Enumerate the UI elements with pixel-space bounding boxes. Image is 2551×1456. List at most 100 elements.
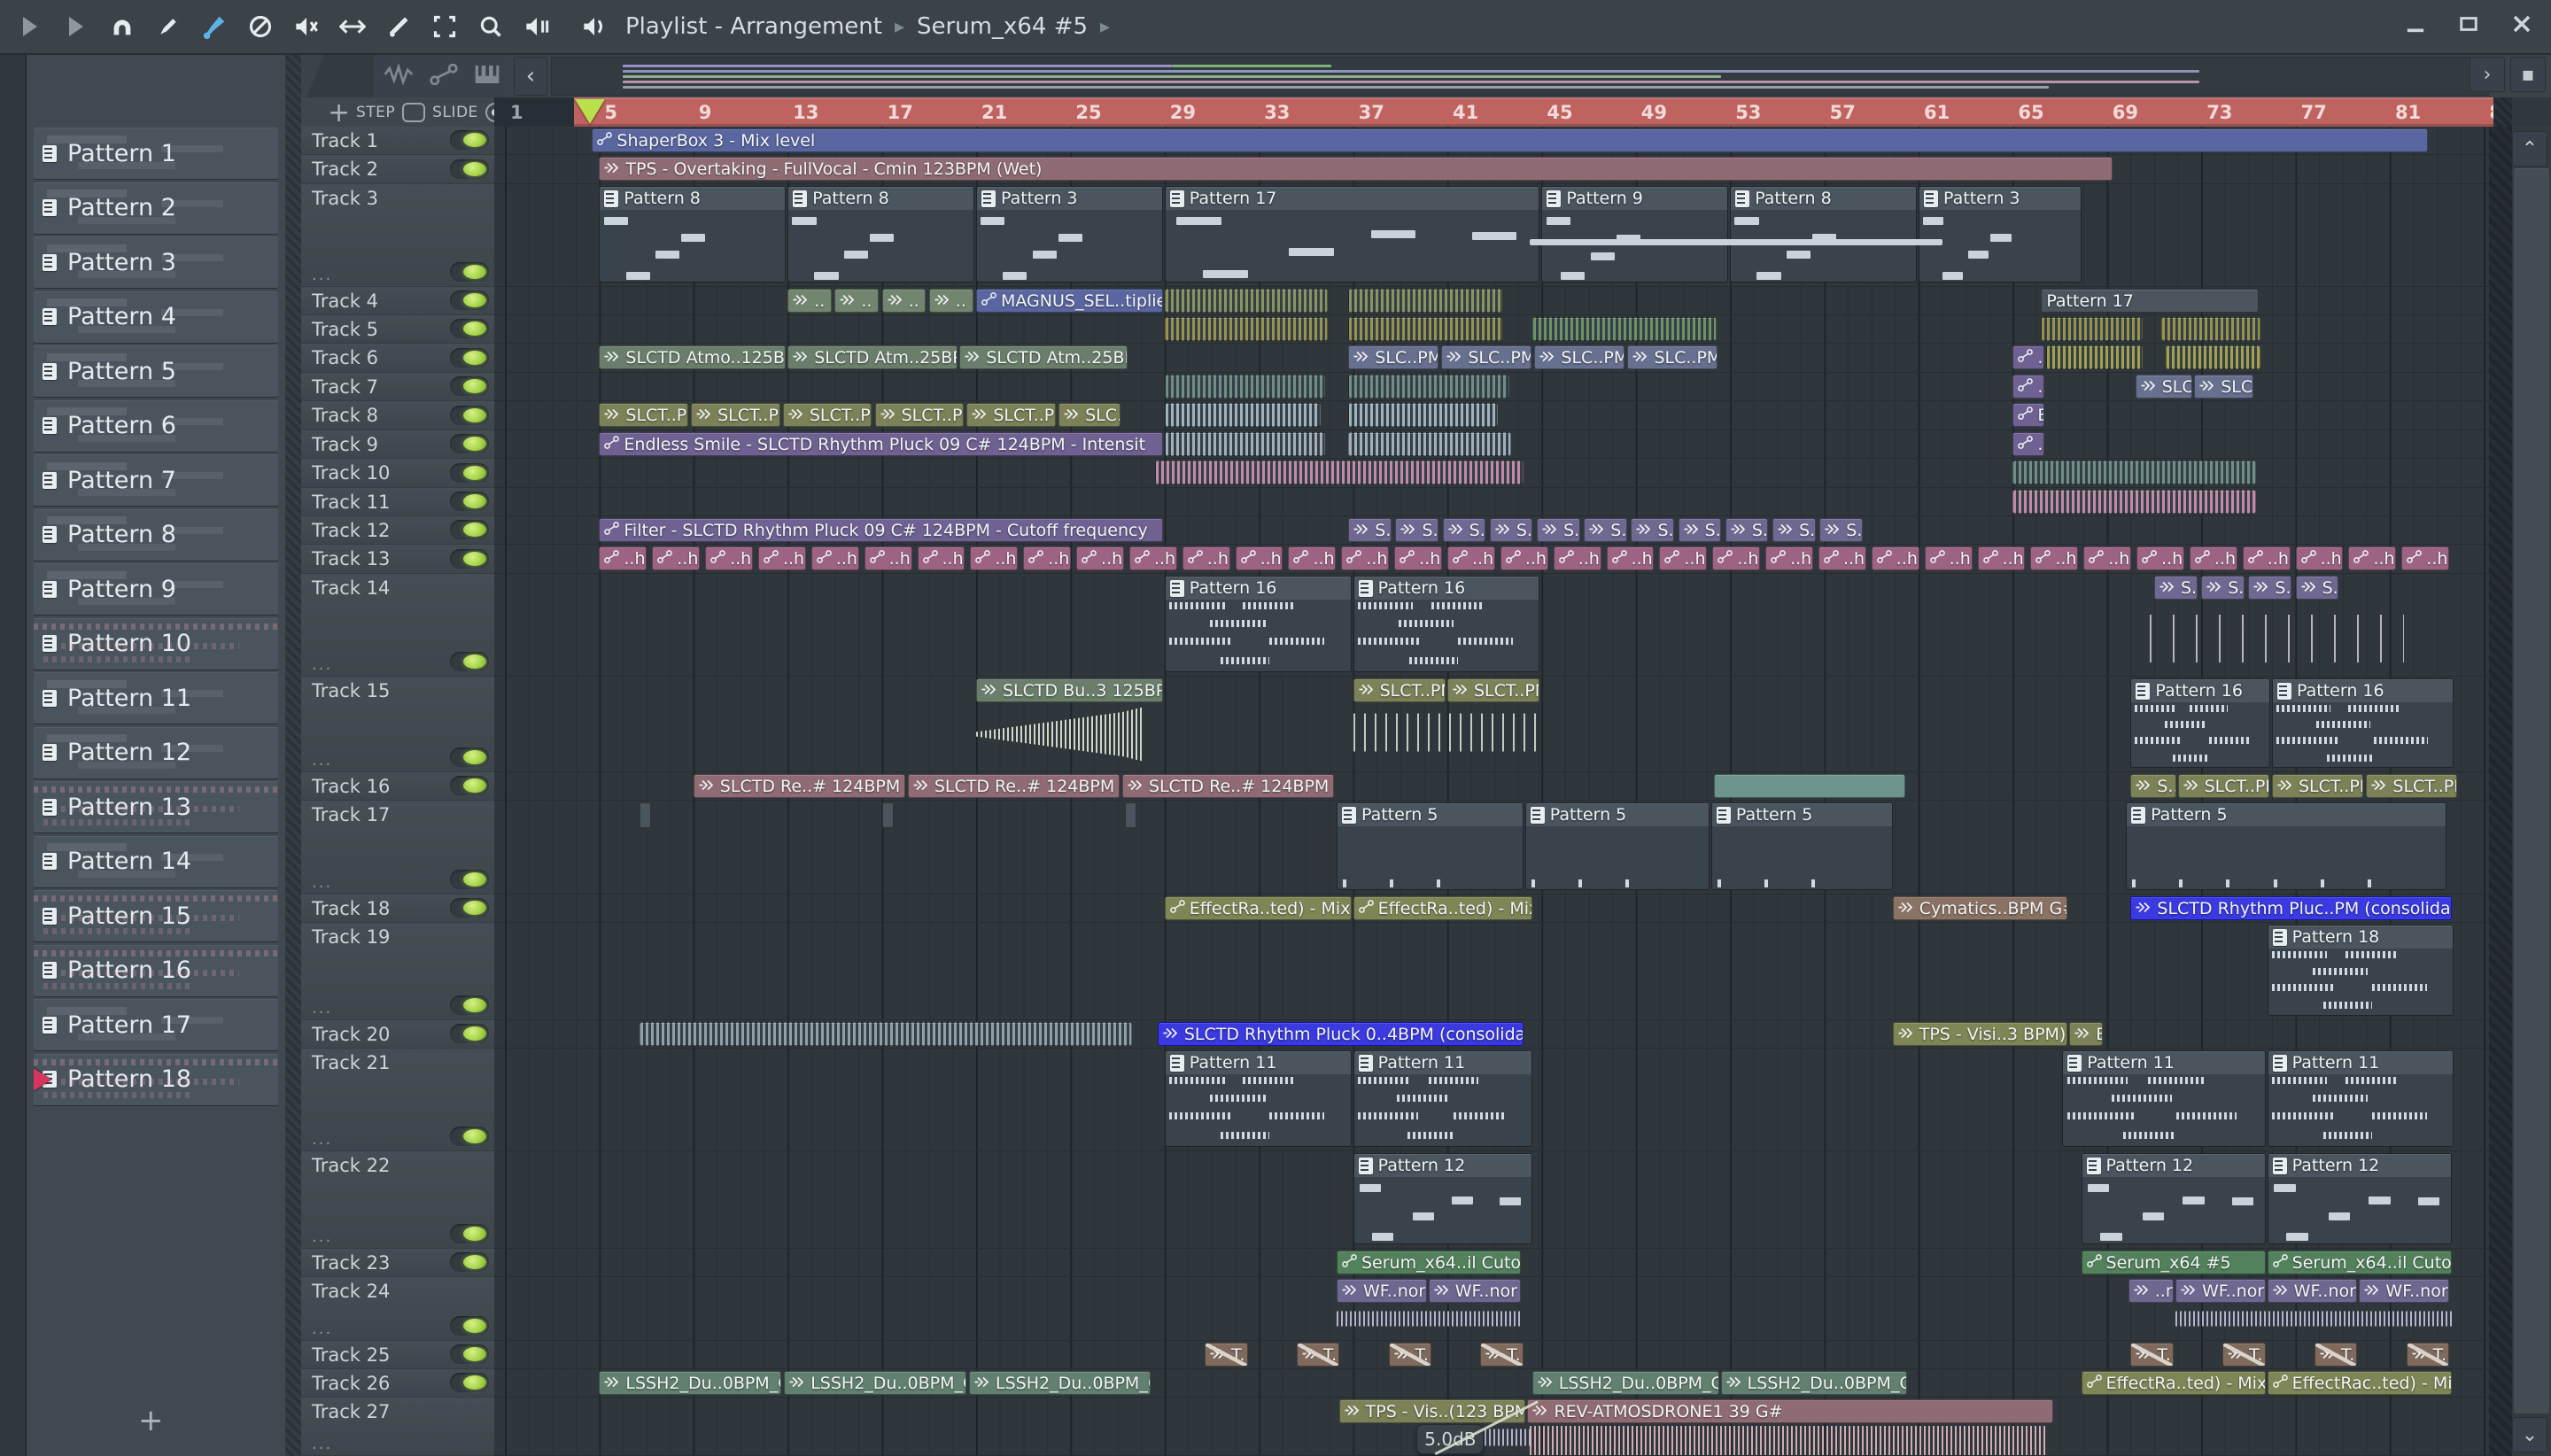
midi-clip[interactable]: Pattern 16 — [1164, 576, 1352, 672]
playlist-minimap-scrollbar[interactable] — [551, 57, 2489, 96]
clip-rev-atmosdrone1-39-g[interactable]: REV-ATMOSDRONE1 39 G# — [1527, 1399, 2054, 1423]
track-name[interactable]: Track 15 — [312, 680, 390, 701]
midi-clip[interactable]: Pattern 5 — [1710, 802, 1894, 890]
stretch-icon[interactable] — [333, 7, 372, 46]
midi-clip[interactable]: Pattern 3 — [976, 186, 1163, 283]
clip-h[interactable]: ..h — [1341, 546, 1390, 570]
clip-s[interactable]: S.. — [2201, 576, 2245, 600]
pattern-stripe-clip[interactable] — [1348, 375, 1509, 399]
clip-h[interactable]: ..h — [1182, 546, 1230, 570]
track-header[interactable]: Track 19... — [301, 923, 494, 1020]
pattern-rack-item[interactable]: Pattern 1 — [34, 128, 278, 179]
track-name[interactable]: Track 17 — [312, 804, 390, 825]
clip-h[interactable]: ..h — [1128, 546, 1177, 570]
midi-clip[interactable]: Pattern 12 — [2081, 1153, 2266, 1244]
clip-h[interactable]: ..h — [652, 546, 701, 570]
pattern-stripe-clip[interactable] — [1164, 403, 1322, 427]
clip-slc-pm[interactable]: SLC..PM — [1348, 345, 1438, 369]
track-mute-led[interactable] — [450, 130, 489, 150]
pattern-rack-item[interactable]: Pattern 4 — [34, 290, 278, 343]
pattern-clip-stub[interactable] — [639, 802, 651, 828]
pattern-rack-item[interactable]: Pattern 8 — [34, 508, 278, 561]
track-mute-led[interactable] — [450, 159, 489, 179]
track-mute-led[interactable] — [450, 376, 489, 396]
midi-clip[interactable]: Pattern 5 — [1336, 802, 1524, 890]
track-header[interactable]: Track 10 — [301, 459, 494, 488]
clip-h[interactable]: ..h — [1659, 546, 1708, 570]
pattern-rack-item[interactable]: Pattern 15 — [34, 890, 278, 941]
track-row[interactable] — [494, 923, 2489, 1020]
timeline-ruler[interactable]: 1591317212529333741454953576165697377818… — [494, 97, 2493, 127]
pattern-clip-stub[interactable] — [881, 802, 894, 828]
playlist-grid[interactable]: ShaperBox 3 - Mix level TPS - Overtaking … — [494, 127, 2489, 1456]
play-icon[interactable] — [57, 7, 96, 46]
track-header[interactable]: Track 6 — [301, 344, 494, 373]
track-header[interactable]: Track 8 — [301, 401, 494, 430]
track-mute-led[interactable] — [450, 1252, 489, 1272]
add-track-button[interactable]: + — [328, 97, 350, 128]
track-name[interactable]: Track 20 — [312, 1024, 390, 1045]
track-mute-led[interactable] — [450, 492, 489, 511]
clip-slctd-rhythm-pluc-pm-consolidated[interactable]: SLCTD Rhythm Pluc..PM (consolidated) — [2130, 896, 2452, 920]
clip-y[interactable]: ..y — [2012, 375, 2044, 399]
clip-y[interactable]: ..y — [2012, 345, 2044, 369]
midi-clip[interactable]: Pattern 11 — [1164, 1050, 1352, 1147]
track-name[interactable]: Track 14 — [312, 577, 390, 599]
clip-h[interactable]: ..h — [705, 546, 753, 570]
track-header[interactable]: Track 2 — [301, 155, 494, 184]
clip-t[interactable]: T. — [2130, 1343, 2174, 1367]
pattern-stripe-clip[interactable] — [1348, 403, 1498, 427]
track-header[interactable]: Track 11 — [301, 488, 494, 516]
vertical-scrollbar-thumb[interactable] — [2514, 168, 2549, 1413]
track-mute-led[interactable] — [450, 995, 489, 1015]
clip-slctd-atm-25bpm[interactable]: SLCTD Atm..25BPM — [787, 345, 958, 369]
track-mute-led[interactable] — [450, 747, 489, 767]
midi-clip[interactable]: Pattern 11 — [2062, 1050, 2266, 1147]
clip-effectra-ted-mix[interactable]: EffectRa..ted) - Mix — [1353, 896, 1533, 920]
midi-clip[interactable]: Pattern 8 — [1730, 186, 1917, 283]
clip-shaperbox-3-mix-level[interactable]: ShaperBox 3 - Mix level — [592, 128, 2429, 152]
track-mute-led[interactable] — [450, 434, 489, 453]
clip-wf-nor[interactable]: WF..nor — [2175, 1279, 2266, 1303]
track-size-grip[interactable]: ... — [312, 266, 332, 284]
track-header[interactable]: Track 26 — [301, 1369, 494, 1398]
clip-slct-pm[interactable]: SLCT..PM — [599, 403, 688, 427]
track-header[interactable]: Track 9 — [301, 430, 494, 459]
midi-clip[interactable]: Pattern 11 — [1353, 1050, 1533, 1147]
track-size-grip[interactable]: ... — [312, 1320, 332, 1338]
clip-slct-pm[interactable]: SLCT..PM — [691, 403, 780, 427]
clip-slct-pm[interactable]: SLCT..PM — [1353, 678, 1446, 702]
clip-h[interactable]: ..h — [1553, 546, 1601, 570]
scroll-up-button[interactable]: ⌃ — [2512, 131, 2547, 167]
clip-slct-pm[interactable]: SLCT..PM — [1447, 678, 1540, 702]
clip-h[interactable]: ..h — [1500, 546, 1548, 570]
pattern-rack-item[interactable]: Pattern 10 — [34, 617, 278, 670]
clip-h[interactable]: ..h — [2295, 546, 2344, 570]
clip-t[interactable]: T. — [1296, 1343, 1340, 1367]
pattern-stripe-clip[interactable] — [2160, 317, 2261, 341]
maximize-button[interactable] — [2452, 7, 2485, 41]
clip-h[interactable]: ..h — [1818, 546, 1866, 570]
clip-wf-nor[interactable]: WF..nor — [1428, 1279, 1522, 1303]
playlist-tab[interactable] — [306, 55, 374, 97]
track-name[interactable]: Track 27 — [312, 1401, 390, 1422]
play-small-icon[interactable] — [11, 7, 50, 46]
track-name[interactable]: Track 11 — [312, 492, 390, 513]
track-header[interactable]: Track 25 — [301, 1341, 494, 1369]
midi-clip[interactable]: Pattern 5 — [2126, 802, 2447, 890]
clip-serum-x64-il-cutoff[interactable]: Serum_x64..il Cutoff — [2267, 1251, 2452, 1274]
track-name[interactable]: Track 5 — [312, 319, 378, 340]
clip-s[interactable]: S.. — [1772, 518, 1816, 542]
track-mute-led[interactable] — [450, 1344, 489, 1364]
track-header[interactable]: Track 24... — [301, 1277, 494, 1341]
track-size-grip[interactable]: ... — [312, 1228, 332, 1246]
clip-s[interactable]: S.. — [1348, 518, 1392, 542]
clip-t[interactable]: T. — [2222, 1343, 2266, 1367]
clip-wf-nor[interactable]: WF..nor — [2267, 1279, 2358, 1303]
clip-s[interactable]: S.. — [1489, 518, 1533, 542]
minimize-button[interactable] — [2399, 7, 2432, 41]
scroll-down-button[interactable]: ⌄ — [2512, 1417, 2547, 1452]
midi-clip[interactable]: Pattern 11 — [2267, 1050, 2454, 1147]
clip-lssh2-du-0bpm-g[interactable]: LSSH2_Du..0BPM_G# — [784, 1371, 966, 1395]
clip-s[interactable]: S.. — [1725, 518, 1769, 542]
